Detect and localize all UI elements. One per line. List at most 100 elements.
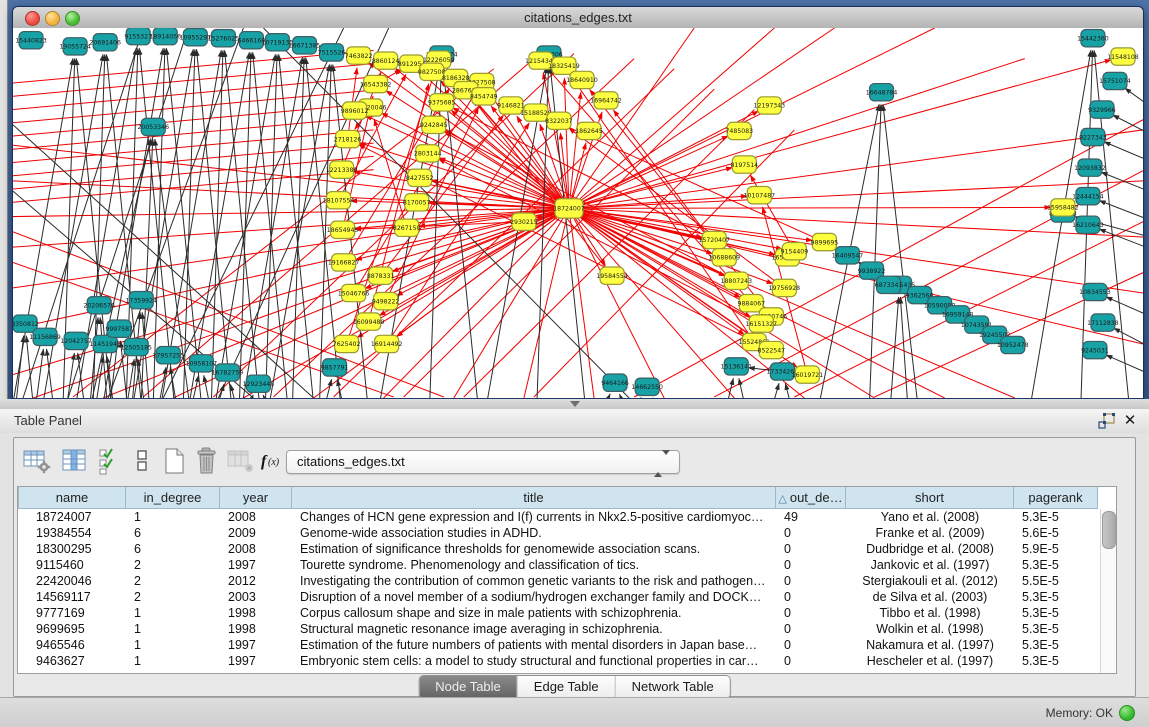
- table-row[interactable]: 946554611997Estimation of the future num…: [18, 637, 1116, 653]
- graph-node[interactable]: 17359924: [125, 291, 157, 308]
- graph-node[interactable]: 17112838: [1087, 314, 1119, 331]
- graph-node[interactable]: 16914492: [371, 335, 403, 352]
- graph-node[interactable]: 16099489: [353, 313, 385, 330]
- graph-node[interactable]: 20206576: [83, 297, 115, 314]
- graph-node[interactable]: 7463822: [345, 47, 373, 64]
- graph-node[interactable]: 7625402: [333, 335, 361, 352]
- cell-pagerank[interactable]: 5.6E-5: [1014, 525, 1098, 541]
- cell-title[interactable]: Disruption of a novel member of a sodium…: [292, 589, 776, 605]
- graph-node[interactable]: 9242845: [420, 116, 448, 133]
- cell-in_degree[interactable]: 6: [126, 541, 220, 557]
- cell-in_degree[interactable]: 2: [126, 589, 220, 605]
- graph-node[interactable]: 15720407: [698, 231, 730, 248]
- cell-year[interactable]: 1997: [220, 557, 292, 573]
- graph-node[interactable]: 16964742: [590, 92, 622, 109]
- graph-node[interactable]: 8454749: [470, 88, 498, 105]
- graph-node[interactable]: 9857791: [321, 359, 349, 376]
- scrollbar-thumb[interactable]: [1102, 511, 1116, 549]
- graph-node[interactable]: 9227343: [1079, 128, 1107, 145]
- graph-node[interactable]: 12042757: [60, 332, 92, 349]
- table-vertical-scrollbar[interactable]: [1100, 509, 1116, 673]
- graph-node[interactable]: 8860124: [372, 52, 400, 69]
- graph-node[interactable]: 12923448: [243, 375, 275, 392]
- graph-node[interactable]: 20053346: [137, 118, 169, 135]
- cell-title[interactable]: Changes of HCN gene expression and I(f) …: [292, 509, 776, 525]
- cell-short[interactable]: Wolkin et al. (1998): [846, 621, 1014, 637]
- graph-node[interactable]: 19055724: [59, 38, 91, 55]
- cell-in_degree[interactable]: 1: [126, 509, 220, 525]
- graph-node[interactable]: 11548108: [1107, 48, 1139, 65]
- graph-node[interactable]: 19584554: [596, 267, 628, 284]
- graph-node[interactable]: 9375685: [428, 94, 456, 111]
- cell-out_degree[interactable]: 0: [776, 589, 846, 605]
- column-header-year[interactable]: year: [220, 487, 292, 509]
- graph-node[interactable]: 18914056: [150, 28, 182, 45]
- show-columns-button[interactable]: [58, 444, 94, 478]
- graph-node[interactable]: 1862645: [575, 122, 603, 139]
- graph-node[interactable]: 19756928: [769, 279, 801, 296]
- graph-node[interactable]: 9899695: [811, 233, 839, 250]
- cell-pagerank[interactable]: 5.9E-5: [1014, 541, 1098, 557]
- cell-name[interactable]: 22420046: [18, 573, 126, 589]
- cell-in_degree[interactable]: 1: [126, 621, 220, 637]
- graph-node[interactable]: 18654945: [327, 221, 359, 238]
- graph-node[interactable]: 9329966: [1088, 101, 1116, 118]
- graph-node[interactable]: 10955297: [180, 29, 212, 46]
- cell-name[interactable]: 18300295: [18, 541, 126, 557]
- cell-short[interactable]: Stergiakouli et al. (2012): [846, 573, 1014, 589]
- graph-node[interactable]: 19166827: [328, 254, 360, 271]
- column-header-short[interactable]: short: [846, 487, 1014, 509]
- table-row[interactable]: 1830029562008Estimation of significance …: [18, 541, 1116, 557]
- cell-out_degree[interactable]: 0: [776, 525, 846, 541]
- cell-out_degree[interactable]: 0: [776, 541, 846, 557]
- cell-title[interactable]: Investigating the contribution of common…: [292, 573, 776, 589]
- cell-year[interactable]: 1998: [220, 605, 292, 621]
- cell-short[interactable]: Hescheler et al. (1997): [846, 653, 1014, 669]
- cell-out_degree[interactable]: 0: [776, 637, 846, 653]
- graph-node[interactable]: 8427552: [406, 169, 434, 186]
- graph-node[interactable]: 2718126: [334, 130, 362, 147]
- graph-node[interactable]: 12093832: [1074, 159, 1106, 176]
- cell-in_degree[interactable]: 1: [126, 653, 220, 669]
- graph-node[interactable]: 16671385: [289, 37, 321, 54]
- tab-node-table[interactable]: Node Table: [419, 676, 518, 698]
- graph-node[interactable]: 14662550: [631, 378, 663, 395]
- graph-node[interactable]: 8322037: [545, 112, 573, 129]
- graph-node[interactable]: 7515526: [318, 44, 346, 61]
- graph-node[interactable]: 10952478: [997, 336, 1029, 353]
- cell-pagerank[interactable]: 5.3E-5: [1014, 605, 1098, 621]
- cell-year[interactable]: 2008: [220, 509, 292, 525]
- graph-node[interactable]: 9245031: [1081, 341, 1109, 358]
- cell-name[interactable]: 9115460: [18, 557, 126, 573]
- column-header-out_degree[interactable]: △out_de…: [776, 487, 846, 509]
- select-rows-button[interactable]: [96, 444, 132, 478]
- cell-short[interactable]: de Silva et al. (2003): [846, 589, 1014, 605]
- graph-node[interactable]: 8197514: [730, 156, 758, 173]
- cell-pagerank[interactable]: 5.5E-5: [1014, 573, 1098, 589]
- cell-name[interactable]: 9777169: [18, 605, 126, 621]
- graph-node[interactable]: 15440823: [15, 32, 47, 49]
- cell-year[interactable]: 1998: [220, 621, 292, 637]
- graph-node[interactable]: 6873341: [875, 276, 903, 293]
- table-row[interactable]: 911546021997Tourette syndrome. Phenomeno…: [18, 557, 1116, 573]
- network-window-titlebar[interactable]: citations_edges.txt: [13, 7, 1143, 29]
- graph-node[interactable]: 10834553: [1079, 283, 1111, 300]
- cell-pagerank[interactable]: 5.3E-5: [1014, 621, 1098, 637]
- cell-pagerank[interactable]: 5.3E-5: [1014, 653, 1098, 669]
- delete-table-button[interactable]: [192, 444, 228, 478]
- table-row[interactable]: 2242004622012Investigating the contribut…: [18, 573, 1116, 589]
- network-canvas[interactable]: 1544082319055724206914069155327189140561…: [13, 28, 1143, 398]
- graph-node[interactable]: 16782759: [212, 364, 244, 381]
- cell-out_degree[interactable]: 49: [776, 509, 846, 525]
- table-row[interactable]: 1872400712008Changes of HCN gene express…: [18, 509, 1116, 525]
- cell-out_degree[interactable]: 0: [776, 557, 846, 573]
- cell-in_degree[interactable]: 2: [126, 573, 220, 589]
- cell-out_degree[interactable]: 0: [776, 621, 846, 637]
- cell-short[interactable]: Franke et al. (2009): [846, 525, 1014, 541]
- cell-title[interactable]: Genome-wide association studies in ADHD.: [292, 525, 776, 541]
- column-header-name[interactable]: name: [18, 487, 126, 509]
- graph-node[interactable]: 16543382: [360, 75, 392, 92]
- graph-node[interactable]: 15751074: [1099, 72, 1131, 89]
- graph-node[interactable]: 15046766: [338, 284, 370, 301]
- cell-name[interactable]: 9463627: [18, 653, 126, 669]
